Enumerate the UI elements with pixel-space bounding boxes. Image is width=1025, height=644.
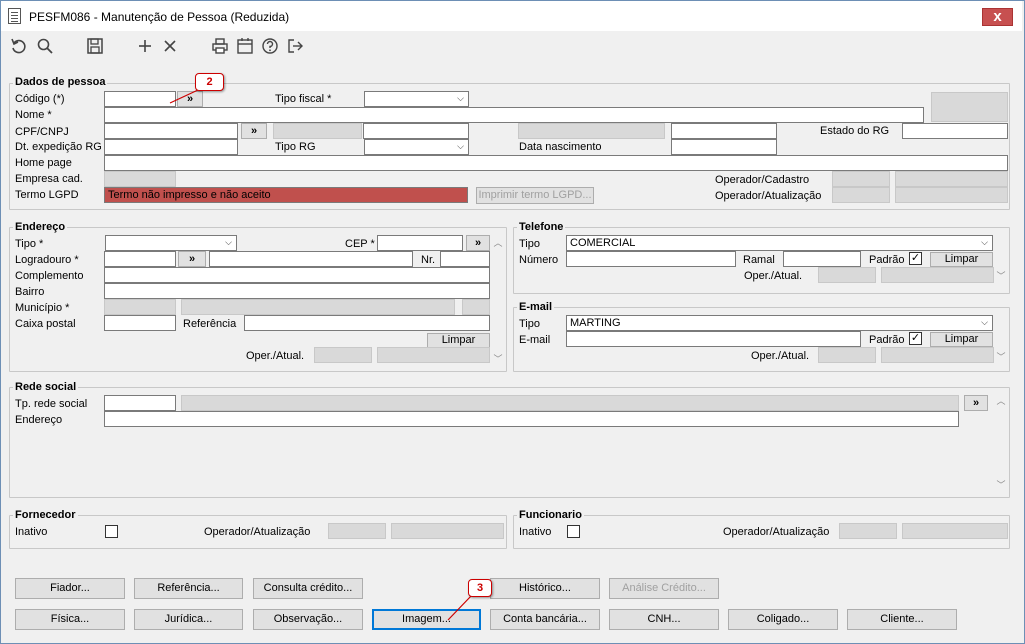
callout-2-line — [169, 89, 199, 104]
callout-2: 2 — [195, 73, 224, 91]
callout-lines — [169, 89, 473, 621]
callout-3-line — [447, 594, 473, 621]
callout-3: 3 — [468, 579, 492, 597]
